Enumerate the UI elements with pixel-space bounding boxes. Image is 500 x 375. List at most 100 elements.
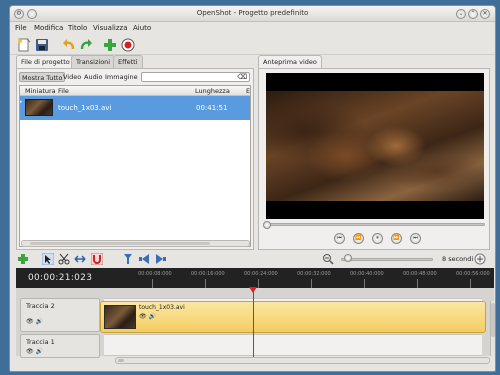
title-bar: ⚙ OpenShot - Progetto predefinito ⌄ ⌃ ✕ xyxy=(10,6,495,22)
track-header-1[interactable]: Traccia 1 👁 🔊 xyxy=(20,334,100,358)
tick-mark xyxy=(470,279,471,288)
project-files-panel: Mostra Tutto Video Audio Immagine ⌫ Mini… xyxy=(16,68,254,250)
add-marker-icon[interactable] xyxy=(122,253,134,265)
filter-audio[interactable]: Audio xyxy=(82,72,104,82)
timecode-display: 00:00:21:023 xyxy=(28,273,93,283)
track-visibility-icon[interactable]: 👁 🔊 xyxy=(26,348,43,355)
window-title: OpenShot - Progetto predefinito xyxy=(196,9,309,17)
video-preview-panel: ⏮ ⏪ ⏸ ⏩ ⏭ xyxy=(258,68,490,250)
zoom-slider[interactable] xyxy=(341,258,433,261)
menu-titolo[interactable]: Titolo xyxy=(68,24,87,32)
tab-anteprima-video[interactable]: Anteprima video xyxy=(258,55,322,69)
maximize-icon[interactable]: ⌃ xyxy=(468,9,478,19)
timeline-horizontal-scrollbar[interactable] xyxy=(115,357,490,364)
scrollbar-thumb[interactable] xyxy=(30,242,210,245)
preview-seek-slider[interactable] xyxy=(263,221,485,229)
filter-immagine[interactable]: Immagine xyxy=(103,72,140,82)
rewind-icon[interactable]: ⏪ xyxy=(353,233,364,244)
zoom-in-icon[interactable] xyxy=(474,253,486,265)
zoom-label: 8 secondi xyxy=(442,255,474,263)
minimize-icon[interactable]: ⌄ xyxy=(456,9,466,19)
next-marker-icon[interactable] xyxy=(155,253,167,265)
skip-end-icon[interactable]: ⏭ xyxy=(410,233,421,244)
main-toolbar xyxy=(10,35,495,55)
save-icon[interactable] xyxy=(35,38,49,52)
tick-mark xyxy=(205,279,206,288)
razor-tool-icon[interactable] xyxy=(58,253,70,265)
clip-name: touch_1x03.avi xyxy=(139,304,185,311)
file-length: 00:41:51 xyxy=(196,104,228,112)
select-tool-icon[interactable] xyxy=(42,253,54,265)
record-icon[interactable] xyxy=(121,38,135,52)
column-miniatura[interactable]: Miniatura xyxy=(25,87,56,95)
tracks-vertical-scrollbar[interactable] xyxy=(490,301,495,356)
tick-mark xyxy=(311,279,312,288)
openshot-window: ⚙ OpenShot - Progetto predefinito ⌄ ⌃ ✕ … xyxy=(9,5,496,372)
skip-start-icon[interactable]: ⏮ xyxy=(334,233,345,244)
fast-forward-icon[interactable]: ⏩ xyxy=(391,233,402,244)
left-tabs: File di progetto Transizioni Effetti xyxy=(16,55,256,69)
filter-mostra-tutto[interactable]: Mostra Tutto xyxy=(19,72,66,82)
column-file[interactable]: File xyxy=(58,87,69,95)
horizontal-scrollbar[interactable] xyxy=(21,240,250,247)
zoom-knob[interactable] xyxy=(344,254,352,262)
seek-knob[interactable] xyxy=(263,221,271,229)
preview-tabs: Anteprima video xyxy=(258,55,358,69)
tick-mark xyxy=(258,279,259,288)
file-list: Miniatura File Lunghezza E ▸ touch_1x03.… xyxy=(19,85,251,247)
track-header-2[interactable]: Traccia 2 👁 🔊 xyxy=(20,298,100,332)
video-preview xyxy=(266,73,484,219)
track-visibility-icon[interactable]: 👁 🔊 xyxy=(26,318,43,325)
file-list-header: Miniatura File Lunghezza E xyxy=(20,86,250,96)
track-lane-1[interactable] xyxy=(104,334,482,356)
tab-effetti[interactable]: Effetti xyxy=(113,55,143,68)
menu-bar: File Modifica Titolo Visualizza Aiuto xyxy=(10,22,495,35)
scrollbar-thumb[interactable] xyxy=(491,303,495,337)
tick-label: 00:00:16:000 xyxy=(191,271,225,277)
table-row[interactable]: ▸ touch_1x03.avi 00:41:51 xyxy=(20,96,250,120)
clip-visibility-icon[interactable]: 👁 🔊 xyxy=(139,313,156,320)
resize-tool-icon[interactable] xyxy=(74,253,86,265)
timeline-ruler[interactable]: 00:00:21:023 00:00:08:000 00:00:16:000 0… xyxy=(16,268,494,288)
tick-label: 00:00:56:000 xyxy=(456,271,490,277)
column-lunghezza[interactable]: Lunghezza xyxy=(195,87,230,95)
scrollbar-thumb[interactable] xyxy=(118,359,124,362)
video-thumbnail xyxy=(25,99,53,116)
tick-label: 00:00:24:000 xyxy=(244,271,278,277)
video-frame xyxy=(266,91,484,201)
undo-icon[interactable] xyxy=(62,38,76,52)
tick-label: 00:00:32:000 xyxy=(297,271,331,277)
menu-modifica[interactable]: Modifica xyxy=(34,24,63,32)
expander-icon: ▸ xyxy=(20,99,23,105)
add-track-icon[interactable] xyxy=(17,253,29,265)
file-name: touch_1x03.avi xyxy=(58,104,112,112)
tick-label: 00:00:48:000 xyxy=(403,271,437,277)
timeline-clip[interactable]: touch_1x03.avi 👁 🔊 xyxy=(100,301,486,333)
close-icon[interactable]: ✕ xyxy=(480,9,490,19)
tick-mark xyxy=(417,279,418,288)
add-file-icon[interactable] xyxy=(103,38,117,52)
tick-label: 00:00:08:000 xyxy=(138,271,172,277)
menu-aiuto[interactable]: Aiuto xyxy=(133,24,151,32)
pause-icon[interactable]: ⏸ xyxy=(372,233,383,244)
zoom-out-icon[interactable] xyxy=(322,253,334,265)
menu-file[interactable]: File xyxy=(15,24,27,32)
tick-mark xyxy=(152,279,153,288)
clear-search-icon[interactable]: ⌫ xyxy=(237,73,247,81)
track-name: Traccia 1 xyxy=(26,338,55,346)
playhead[interactable] xyxy=(253,290,254,358)
clip-thumbnail xyxy=(104,305,136,329)
menu-visualizza[interactable]: Visualizza xyxy=(93,24,127,32)
column-e[interactable]: E xyxy=(246,87,250,95)
tab-transizioni[interactable]: Transizioni xyxy=(71,55,116,68)
snap-magnet-icon[interactable] xyxy=(91,253,103,265)
redo-icon[interactable] xyxy=(79,38,93,52)
tab-file-di-progetto[interactable]: File di progetto xyxy=(16,55,75,69)
tick-mark xyxy=(364,279,365,288)
new-project-icon[interactable] xyxy=(17,38,31,52)
tick-label: 00:00:40:000 xyxy=(350,271,384,277)
filter-video[interactable]: Video xyxy=(61,72,83,82)
track-name: Traccia 2 xyxy=(26,302,55,310)
search-input[interactable]: ⌫ xyxy=(141,72,250,82)
previous-marker-icon[interactable] xyxy=(138,253,150,265)
